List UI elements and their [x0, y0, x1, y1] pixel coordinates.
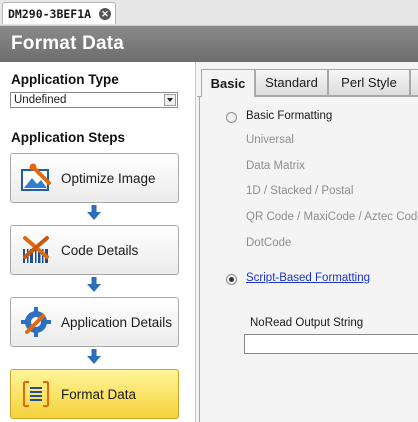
document-tab[interactable]: DM290-3BEF1A ✕ [2, 2, 116, 24]
title-bar: Format Data [0, 26, 418, 62]
step-application-details[interactable]: Application Details [10, 297, 179, 347]
application-details-icon [21, 307, 51, 337]
tab-label: Perl Style [341, 75, 397, 90]
arrow-down-icon [87, 277, 101, 292]
option-data-matrix: Data Matrix [246, 160, 305, 172]
tab-basic[interactable]: Basic [201, 69, 255, 97]
tab-perl-style[interactable]: Perl Style [328, 69, 410, 96]
script-formatting-radio[interactable] [226, 274, 237, 285]
format-data-icon [23, 381, 49, 407]
application-steps-label: Application Steps [11, 130, 126, 145]
step-optimize-image[interactable]: Optimize Image [10, 153, 179, 203]
tab-label: Standard [265, 75, 318, 90]
step-label: Format Data [61, 386, 137, 402]
application-steps-panel: Application Type Undefined Application S… [0, 62, 196, 422]
code-details-icon [23, 236, 49, 263]
step-label: Code Details [61, 242, 139, 258]
page-title: Format Data [11, 33, 125, 54]
application-type-value: Undefined [14, 94, 67, 106]
basic-formatting-label: Basic Formatting [246, 110, 333, 122]
document-tab-strip: DM290-3BEF1A ✕ [0, 0, 418, 26]
basic-formatting-radio[interactable] [226, 112, 237, 123]
option-universal: Universal [246, 134, 294, 146]
tab-label: Basic [210, 76, 246, 91]
option-dotcode: DotCode [246, 237, 292, 249]
step-label: Optimize Image [61, 170, 156, 186]
script-formatting-link[interactable]: Script-Based Formatting [246, 272, 370, 284]
optimize-image-icon [21, 163, 51, 191]
tab-standard[interactable]: Standard [255, 69, 328, 96]
content-border [199, 96, 200, 422]
document-tab-label: DM290-3BEF1A [8, 6, 92, 21]
step-label: Application Details [61, 314, 173, 330]
step-code-details[interactable]: Code Details [10, 225, 179, 275]
chevron-down-icon[interactable] [164, 94, 176, 106]
noread-output-input[interactable] [244, 334, 418, 354]
tab-more[interactable] [410, 69, 418, 96]
arrow-down-icon [87, 205, 101, 220]
arrow-down-icon [87, 349, 101, 364]
application-type-select[interactable]: Undefined [10, 92, 178, 108]
option-1d-stacked-postal: 1D / Stacked / Postal [246, 185, 354, 197]
format-settings-panel: Basic Standard Perl Style Basic Formatti… [197, 62, 418, 422]
option-qr-maxicode-aztec: QR Code / MaxiCode / Aztec Code [246, 211, 418, 223]
noread-label: NoRead Output String [250, 317, 364, 329]
application-type-label: Application Type [11, 72, 119, 87]
close-icon[interactable]: ✕ [99, 8, 111, 20]
step-format-data[interactable]: Format Data [10, 369, 179, 419]
